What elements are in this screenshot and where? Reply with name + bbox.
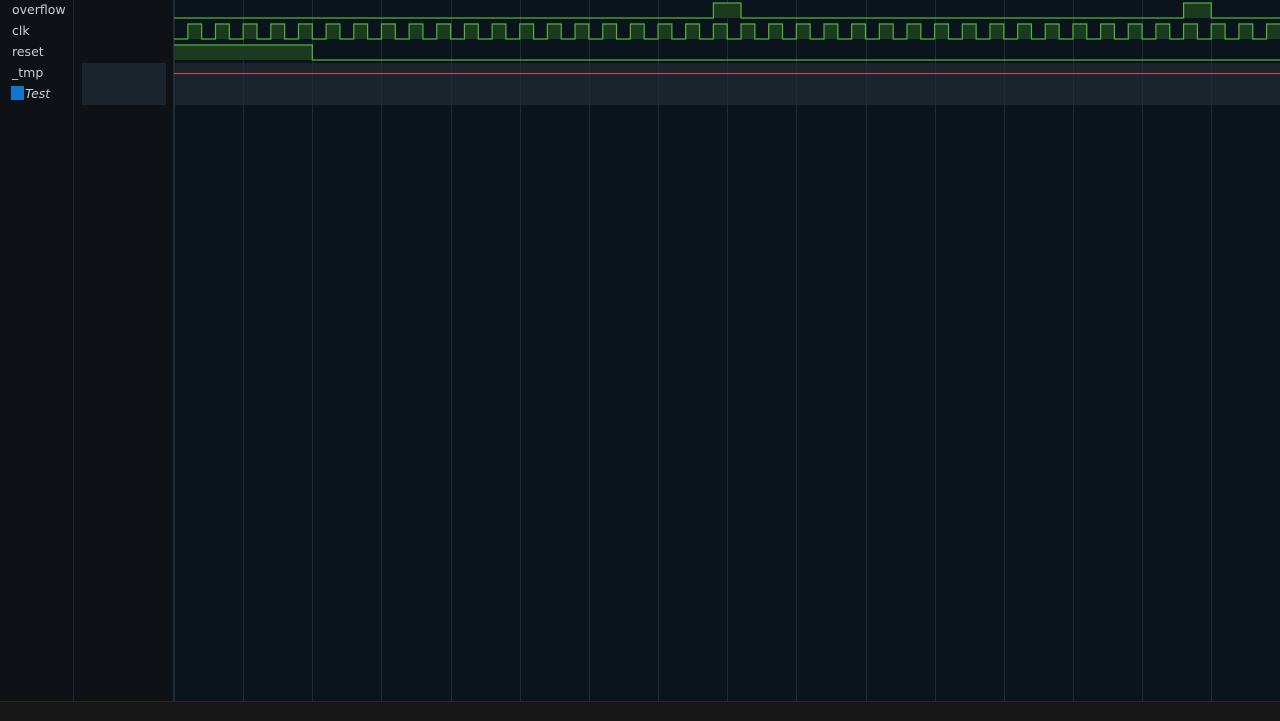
clk-wave-high-fill [962, 24, 977, 39]
clk-wave-high-fill [547, 24, 562, 39]
clk-wave-high-fill [685, 24, 700, 39]
selection-marker-icon [11, 86, 24, 100]
clk-wave-high-fill [1017, 24, 1032, 39]
clk-wave-high-fill [1183, 24, 1198, 39]
signal-name-tmp[interactable]: _tmp [12, 63, 43, 84]
clk-wave-high-fill [1128, 24, 1143, 39]
clk-wave-high-fill [381, 24, 396, 39]
clk-wave-high-fill [906, 24, 921, 39]
clk-wave-high-fill [713, 24, 728, 39]
clk-wave-high-fill [298, 24, 313, 39]
clk-wave-high-fill [824, 24, 838, 39]
clk-wave-high-fill [1155, 24, 1170, 39]
clk-wave-high-fill [1266, 24, 1280, 39]
clk-wave-high-fill [409, 24, 423, 39]
overflow-wave-high-fill [1183, 3, 1212, 18]
waveform-viewer[interactable] [174, 0, 1280, 701]
overflow-wave-high-fill [713, 3, 742, 18]
signal-names-panel: overflow clk reset _tmp Test [0, 0, 74, 701]
reset-wave-high-fill [174, 45, 313, 60]
waveform-canvas[interactable] [174, 0, 1280, 701]
clk-wave-high-fill [630, 24, 645, 39]
signal-name-reset[interactable]: reset [12, 42, 44, 63]
clk-wave-high-fill [1211, 24, 1226, 39]
clk-wave-high-fill [436, 24, 451, 39]
clk-wave-high-fill [989, 24, 1004, 39]
clk-wave-trace [174, 23, 1280, 40]
clk-wave-high-fill [492, 24, 506, 39]
clk-wave-high-fill [326, 24, 340, 39]
signal-name-overflow[interactable]: overflow [12, 0, 66, 21]
selected-value-highlight [82, 63, 166, 105]
clk-wave-high-fill [851, 24, 866, 39]
clk-wave-high-fill [1045, 24, 1060, 39]
signal-name-test-group[interactable]: Test [25, 84, 50, 105]
clk-wave-high-fill [741, 24, 755, 39]
clk-wave-high-fill [353, 24, 368, 39]
clk-wave-high-fill [879, 24, 894, 39]
clk-wave-high-fill [519, 24, 534, 39]
clk-wave-high-fill [602, 24, 617, 39]
clk-wave-high-fill [575, 24, 589, 39]
value-column [74, 0, 174, 701]
clk-wave-high-fill [215, 24, 230, 39]
clk-wave-high-fill [658, 24, 672, 39]
clk-wave-high-fill [243, 24, 257, 39]
signal-name-clk[interactable]: clk [12, 21, 30, 42]
clk-wave-high-fill [1072, 24, 1087, 39]
clk-wave-high-fill [1238, 24, 1253, 39]
clk-wave-high-fill [768, 24, 783, 39]
clk-wave-high-fill [270, 24, 285, 39]
clk-wave-high-fill [934, 24, 949, 39]
clk-wave-high-fill [464, 24, 479, 39]
clk-wave-high-fill [187, 24, 202, 39]
status-bar [0, 701, 1280, 721]
clk-wave-high-fill [796, 24, 811, 39]
clk-wave-high-fill [1100, 24, 1115, 39]
